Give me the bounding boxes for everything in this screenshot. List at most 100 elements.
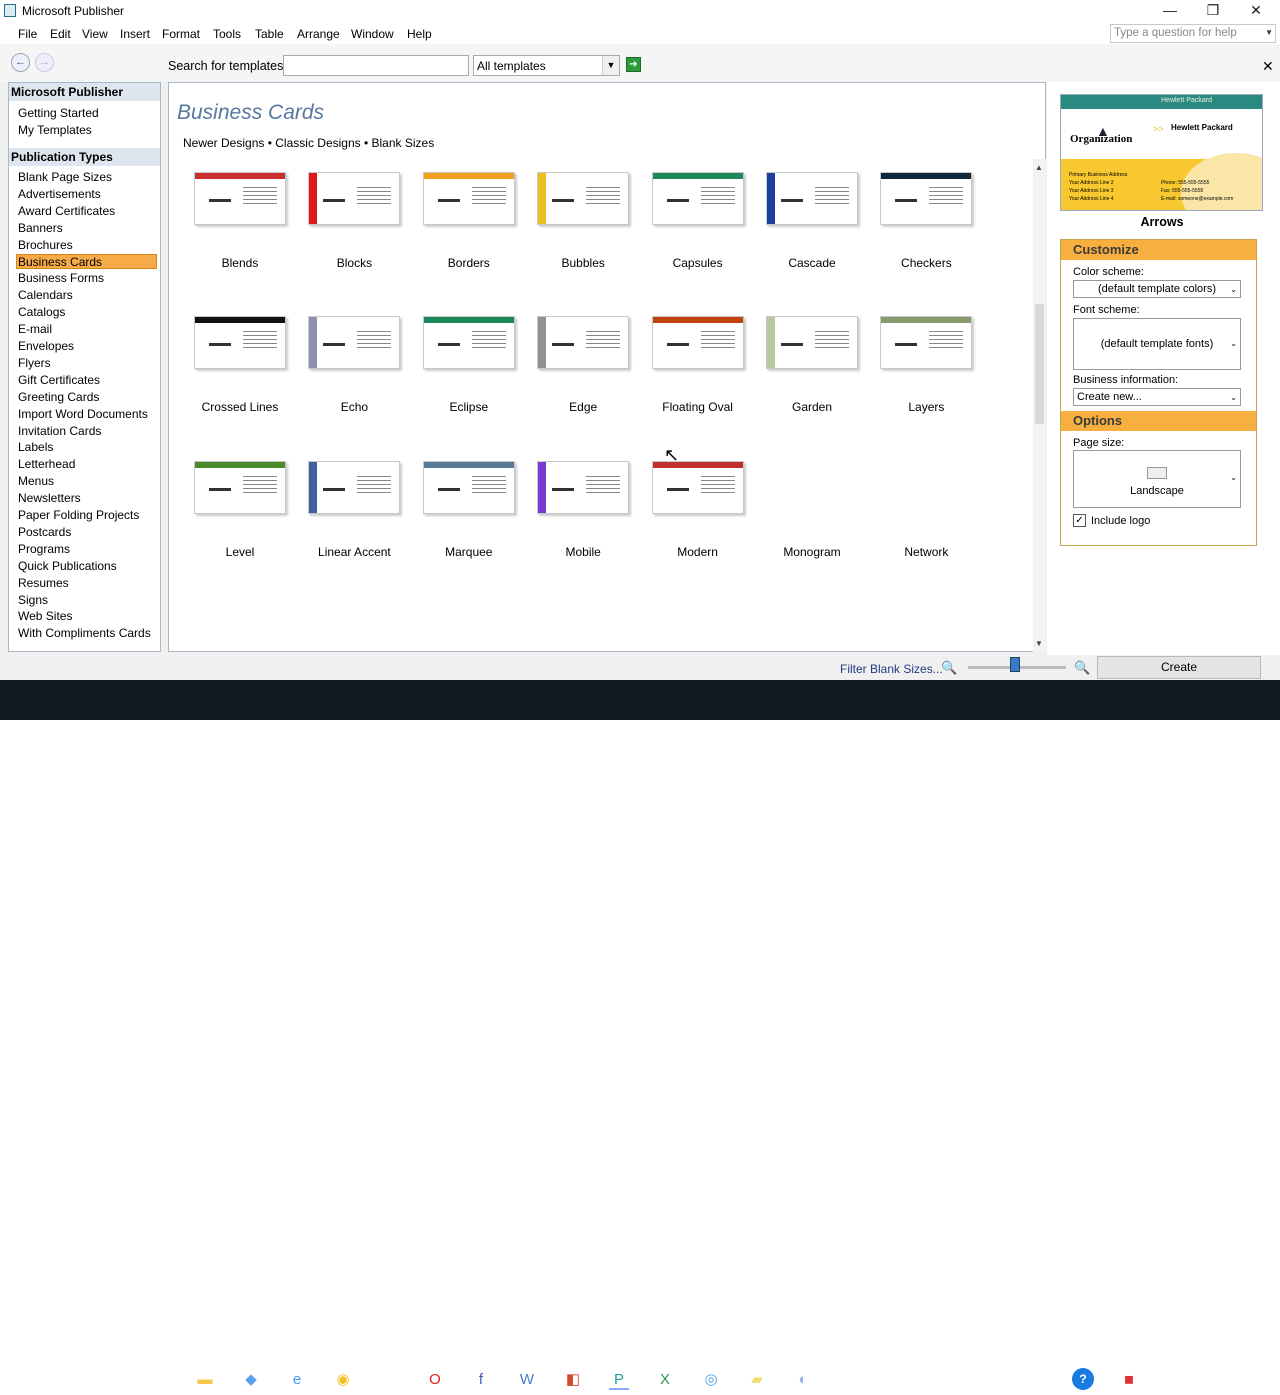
taskbar-clock[interactable]: 7:39 PM 2/10/2019 (1216, 1365, 1268, 1395)
template-item[interactable]: Garden (757, 316, 867, 414)
template-filter-select[interactable]: All templates ▼ (473, 55, 620, 76)
template-thumbnail[interactable] (537, 172, 630, 225)
store-icon[interactable]: ▣ (149, 1370, 169, 1390)
template-thumbnail[interactable] (422, 172, 515, 225)
sidebar-item-letterhead[interactable]: Letterhead (18, 457, 75, 471)
my-templates-link[interactable]: My Templates (18, 123, 92, 137)
chevron-down-icon[interactable]: ⌄ (1230, 390, 1237, 406)
zoom-in-icon[interactable]: 🔍 (1074, 660, 1090, 676)
template-thumbnail[interactable] (651, 316, 744, 370)
template-item[interactable]: Capsules (643, 172, 753, 270)
classic-designs-link[interactable]: Classic Designs (275, 136, 360, 150)
template-thumbnail[interactable] (766, 172, 858, 225)
sidebar-item-paper-folding-projects[interactable]: Paper Folding Projects (18, 508, 139, 522)
chrome-icon[interactable]: ◉ (333, 1370, 353, 1390)
template-thumbnail[interactable] (194, 316, 286, 370)
color-scheme-select[interactable]: (default template colors) ⌄ (1073, 280, 1241, 298)
notification-icon[interactable]: ▤ (1192, 1372, 1203, 1386)
sidebar-item-flyers[interactable]: Flyers (18, 356, 51, 370)
zoom-out-icon[interactable]: 🔍 (941, 660, 957, 676)
font-scheme-select[interactable]: (default template fonts) ⌄ (1073, 318, 1241, 370)
menu-window[interactable]: Window (351, 27, 394, 41)
template-item[interactable]: Floating Oval (643, 316, 753, 414)
template-thumbnail[interactable] (537, 316, 630, 370)
volume-icon[interactable]: ◁) (1170, 1372, 1183, 1386)
template-thumbnail[interactable] (537, 460, 630, 514)
business-info-select[interactable]: Create new... ⌄ (1073, 388, 1241, 406)
template-thumbnail[interactable] (766, 316, 858, 370)
template-item[interactable]: Blocks (299, 172, 409, 270)
sidebar-item-quick-publications[interactable]: Quick Publications (18, 559, 117, 573)
include-logo-checkbox[interactable]: ✓ (1073, 514, 1086, 527)
scroll-thumb[interactable] (1035, 304, 1044, 424)
sidebar-item-resumes[interactable]: Resumes (18, 576, 69, 590)
menu-arrange[interactable]: Arrange (297, 27, 340, 41)
sidebar-item-catalogs[interactable]: Catalogs (18, 305, 65, 319)
sidebar-item-award-certificates[interactable]: Award Certificates (18, 204, 115, 218)
menu-tools[interactable]: Tools (213, 27, 241, 41)
template-item[interactable]: Blends (185, 172, 295, 270)
sidebar-item-newsletters[interactable]: Newsletters (18, 491, 81, 505)
close-window-button[interactable]: ✕ (1236, 1, 1276, 21)
vertical-scrollbar[interactable]: ▲ ▼ (1033, 159, 1046, 652)
template-item[interactable]: Level (185, 460, 295, 559)
sidebar-item-postcards[interactable]: Postcards (18, 525, 71, 539)
menu-help[interactable]: Help (407, 27, 432, 41)
template-item[interactable]: Eclipse (414, 316, 524, 414)
chevron-down-icon[interactable]: ⌄ (1230, 282, 1237, 298)
sidebar-item-signs[interactable]: Signs (18, 593, 48, 607)
file-explorer-icon[interactable]: ▬ (195, 1370, 215, 1390)
menu-format[interactable]: Format (162, 27, 200, 41)
template-item[interactable]: Echo (299, 316, 409, 414)
template-item[interactable]: Crossed Lines (185, 316, 295, 414)
edge-browser-icon[interactable]: e (287, 1370, 307, 1390)
template-item[interactable]: Modern (643, 460, 753, 559)
template-item[interactable]: Borders (414, 172, 524, 270)
tray-chevron-icon[interactable]: ⌃ (1102, 1372, 1112, 1386)
wallet-icon[interactable]: ▭ (379, 1370, 399, 1390)
newer-designs-link[interactable]: Newer Designs (183, 136, 264, 150)
template-item[interactable]: Marquee (414, 460, 524, 559)
sidebar-item-menus[interactable]: Menus (18, 474, 54, 488)
blank-sizes-link[interactable]: Blank Sizes (372, 136, 435, 150)
template-item[interactable]: Layers (871, 316, 981, 414)
sidebar-item-business-forms[interactable]: Business Forms (18, 271, 104, 285)
folder-icon[interactable]: ▰ (747, 1370, 767, 1390)
publisher-taskbar-icon[interactable]: P (609, 1370, 629, 1390)
close-pane-button[interactable]: ✕ (1262, 58, 1274, 75)
template-thumbnail[interactable] (880, 172, 973, 225)
template-thumbnail[interactable] (651, 172, 744, 225)
app-swirl-icon[interactable]: ◐ (793, 1370, 813, 1390)
back-button[interactable]: ← (11, 53, 30, 72)
create-button[interactable]: Create (1097, 656, 1261, 679)
sidebar-item-greeting-cards[interactable]: Greeting Cards (18, 390, 99, 404)
menu-view[interactable]: View (82, 27, 108, 41)
sidebar-item-programs[interactable]: Programs (18, 542, 70, 556)
windows-start-icon[interactable]: ⊞ (12, 1370, 32, 1390)
template-thumbnail[interactable] (880, 316, 973, 370)
search-icon[interactable]: ⌕ (57, 1370, 77, 1390)
sidebar-item-gift-certificates[interactable]: Gift Certificates (18, 373, 100, 387)
excel-icon[interactable]: X (655, 1370, 675, 1390)
template-thumbnail[interactable] (308, 460, 401, 514)
sidebar-item-e-mail[interactable]: E-mail (18, 322, 52, 336)
menu-insert[interactable]: Insert (120, 27, 150, 41)
battery-icon[interactable]: ▭ (1148, 1372, 1159, 1386)
template-item[interactable]: Network (871, 461, 981, 559)
mail-icon[interactable]: ◎ (701, 1370, 721, 1390)
template-item[interactable]: Monogram (757, 461, 867, 559)
task-view-icon[interactable]: ❐ (103, 1370, 123, 1390)
security-tray-icon[interactable]: ◼ (1124, 1372, 1134, 1386)
menu-edit[interactable]: Edit (50, 27, 71, 41)
help-search-box[interactable]: Type a question for help ▼ (1110, 24, 1276, 43)
template-item[interactable]: Bubbles (528, 172, 638, 270)
sidebar-item-calendars[interactable]: Calendars (18, 288, 73, 302)
template-thumbnail[interactable] (308, 316, 401, 370)
scroll-up-arrow[interactable]: ▲ (1035, 163, 1043, 172)
sidebar-item-advertisements[interactable]: Advertisements (18, 187, 101, 201)
scroll-down-arrow[interactable]: ▼ (1035, 639, 1043, 648)
sidebar-item-with-compliments-cards[interactable]: With Compliments Cards (18, 626, 151, 640)
facebook-icon[interactable]: f (471, 1370, 491, 1390)
minimize-button[interactable]: — (1150, 1, 1190, 21)
sidebar-item-labels[interactable]: Labels (18, 440, 53, 454)
